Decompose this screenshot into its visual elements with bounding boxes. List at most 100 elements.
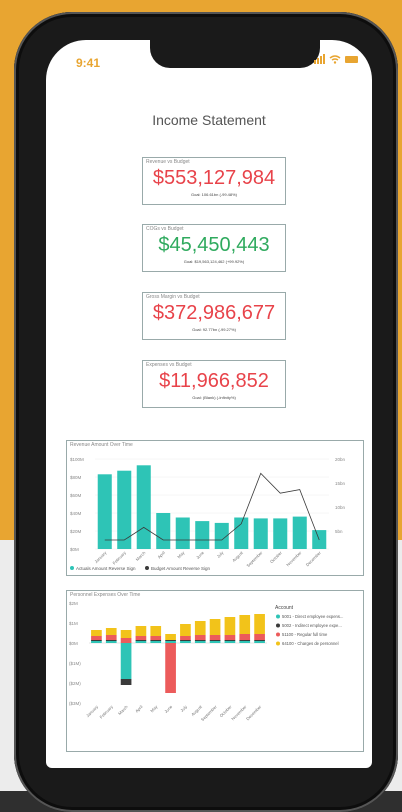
kpi-label: Gross Margin vs Budget [146, 294, 200, 300]
y2-tick-label: 10bn [335, 505, 346, 510]
kpi-value: $45,450,443 [158, 234, 270, 256]
kpi-card-cogs[interactable]: COGs vs Budget $45,450,443 Goal: $19,563… [142, 224, 286, 272]
x-tick-label: July [179, 704, 188, 713]
x-tick-label: April [156, 550, 166, 560]
bar-segment [209, 619, 221, 635]
x-tick-label: February [112, 550, 128, 566]
legend-label-budget: Budget Amount Reverse Sign [151, 566, 211, 571]
bar-segment [150, 640, 162, 641]
x-tick-label: May [176, 550, 186, 560]
x-tick-label: April [134, 704, 144, 714]
x-tick-label: July [216, 550, 225, 559]
bar-segment [165, 643, 176, 693]
bar-segment [180, 641, 191, 643]
bar-segment [150, 636, 162, 640]
bar-segment [91, 640, 102, 641]
x-tick-label: January [93, 550, 108, 565]
y-tick-label: $40M [70, 511, 82, 516]
y-tick-label: $20M [70, 529, 82, 534]
kpi-goal: Goal: (Blank) (-Infinity%) [192, 395, 236, 400]
bar-actuals [136, 465, 151, 549]
y-tick-label: ($1M) [69, 661, 81, 666]
kpi-value: $553,127,984 [152, 167, 276, 189]
bar-segment [209, 640, 221, 641]
bar-actuals [234, 517, 249, 549]
y2-tick-label: 15bn [335, 481, 346, 486]
bar-segment [224, 617, 236, 635]
bar-actuals [97, 474, 112, 549]
bar-segment [209, 635, 221, 640]
bar-segment [135, 636, 147, 640]
bar-actuals [253, 518, 268, 549]
kpi-card-gross-margin[interactable]: Gross Margin vs Budget $372,986,677 Goal… [142, 292, 286, 340]
y-tick-label: $100M [70, 457, 84, 462]
bar-segment [194, 640, 206, 641]
bar-segment [120, 638, 132, 643]
y-tick-label: $80M [70, 475, 82, 480]
bar-actuals [195, 521, 210, 549]
bar-segment [239, 615, 251, 634]
y-tick-label: ($3M) [69, 701, 81, 706]
wifi-icon [329, 54, 341, 64]
bar-segment [224, 640, 236, 641]
revenue-chart-svg: $100M $80M $60M $40M $20M $0M 20bn 15bn 10bn 5bn J… [70, 457, 346, 571]
x-tick-label: March [135, 550, 147, 562]
kpi-value: $372,986,677 [152, 302, 276, 324]
kpi-goal: Goal: 106.61bn (-99.48%) [190, 192, 238, 197]
y-tick-label: ($2M) [69, 681, 81, 686]
legend-marker [276, 632, 280, 637]
kpi-label: Revenue vs Budget [146, 159, 190, 165]
bar-segment [91, 636, 102, 640]
legend-marker-budget [145, 566, 149, 570]
y-tick-label: $2M [69, 601, 78, 606]
status-time: 9:41 [76, 56, 101, 70]
bar-segment [165, 640, 176, 641]
y2-tick-label: 5bn [335, 529, 343, 534]
bar-segment [135, 626, 147, 636]
bar-segment [120, 643, 132, 679]
x-tick-label: November [285, 550, 303, 568]
bar-segment [254, 641, 265, 643]
legend-title: Account [275, 605, 294, 611]
bar-segment [165, 641, 176, 643]
legend-label: 64100 - Charges de personnel [282, 641, 339, 646]
x-tick-label: October [269, 550, 283, 564]
bar-actuals [292, 516, 307, 549]
bar-segment [194, 641, 206, 643]
report-title: Income Statement [152, 112, 266, 128]
bar-segment [194, 621, 206, 635]
x-tick-label: February [99, 704, 115, 720]
legend-marker [276, 614, 280, 619]
legend-marker [276, 623, 280, 628]
phone-notch [150, 40, 320, 68]
y-tick-label: $0M [70, 547, 79, 552]
kpi-card-revenue[interactable]: Revenue vs Budget $553,127,984 Goal: 106… [142, 157, 286, 205]
bar-segment [91, 630, 102, 636]
bar-segment [135, 640, 147, 641]
kpi-goal: Goal: 92.77bn (-99.27%) [192, 327, 236, 332]
bar-segment [135, 641, 147, 643]
bar-actuals [273, 518, 288, 549]
phone-frame: 9:41 Income Statement Revenue vs Budget … [14, 12, 398, 812]
legend-marker-actuals [70, 566, 74, 570]
revenue-chart[interactable]: Revenue Amount Over Time $100M $80M $60M $4… [66, 440, 364, 576]
bar-segment [180, 624, 191, 636]
kpi-card-expenses[interactable]: Expenses vs Budget $11,966,852 Goal: (Bl… [142, 360, 286, 408]
kpi-goal: Goal: $19,563,124,462 (+99.92%) [183, 259, 245, 264]
personnel-chart[interactable]: Personnel Expenses Over Time $2M $1M $0M ($… [66, 590, 364, 752]
y-tick-label: $60M [70, 493, 82, 498]
bar-segment [105, 641, 117, 643]
kpi-value: $11,966,852 [159, 370, 269, 392]
battery-icon [345, 55, 358, 63]
x-tick-label: September [200, 704, 218, 722]
bar-segment [224, 635, 236, 640]
bar-segment [150, 626, 162, 636]
phone-screen: 9:41 Income Statement Revenue vs Budget … [46, 40, 372, 768]
bar-segment [180, 640, 191, 641]
status-icons [314, 54, 358, 64]
y2-tick-label: 20bn [335, 457, 346, 462]
legend-marker [276, 641, 280, 646]
bar-segment [194, 635, 206, 640]
bar-segment [105, 640, 117, 641]
kpi-label: Expenses vs Budget [146, 362, 192, 368]
